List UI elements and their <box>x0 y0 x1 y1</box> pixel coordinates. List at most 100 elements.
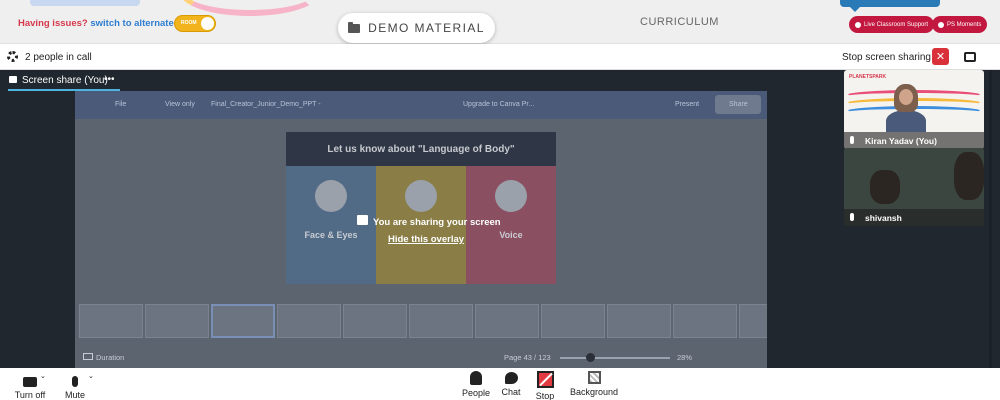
live-support-label: Live Classroom Support <box>864 21 929 28</box>
microphone-icon <box>72 376 78 387</box>
slide-thumbnail <box>475 304 539 338</box>
issue-label: Having issues? <box>18 18 88 29</box>
curriculum-tab[interactable]: CURRICULUM <box>640 16 719 28</box>
hide-overlay-link[interactable]: Hide this overlay <box>388 234 464 245</box>
column-heading: Face & Eyes <box>304 230 358 240</box>
call-controls-bar: Turn off ⌄ Mute ⌄ People Chat Stop Backg… <box>0 368 1000 400</box>
stop-share-icon <box>536 371 554 388</box>
hand-icon <box>405 180 437 212</box>
background-label: Background <box>569 387 619 397</box>
mute-button[interactable]: Mute <box>60 371 90 400</box>
canva-share-label: Share <box>729 101 748 108</box>
slide-thumbnail <box>79 304 143 338</box>
slide-thumbnail <box>607 304 671 338</box>
moments-icon <box>938 21 944 28</box>
top-app-bar: Having issues? switch to alternate room … <box>0 0 1000 44</box>
demo-material-label: DEMO MATERIAL <box>368 21 485 35</box>
participant-avatar <box>894 84 918 112</box>
chat-icon <box>504 372 518 384</box>
stop-label: Stop <box>535 391 555 400</box>
ps-moments-button[interactable]: PS Moments <box>932 16 988 33</box>
stage-tab-bar: Screen share (You) ••• <box>0 70 843 91</box>
demo-material-button[interactable]: DEMO MATERIAL <box>338 13 495 43</box>
layout-toggle-icon[interactable] <box>964 52 976 62</box>
zoom-slider-handle <box>586 353 595 362</box>
page-indicator: Page 43 / 123 <box>504 353 551 362</box>
mic-icon <box>850 213 854 221</box>
slide-title: Let us know about "Language of Body" <box>286 132 556 166</box>
chat-label: Chat <box>501 387 521 397</box>
video-stage: Screen share (You) ••• File View only Fi… <box>0 70 1000 368</box>
canva-menu-file: File <box>115 101 127 108</box>
canva-view-only: View only <box>165 101 195 108</box>
stop-screen-sharing-label: Stop screen sharing <box>842 52 931 63</box>
duration-icon <box>83 353 93 360</box>
people-in-call-count: 2 people in call <box>25 52 92 63</box>
participant-name-tag: Kiran Yadav (You) <box>844 132 984 149</box>
screen-share-icon <box>9 76 17 83</box>
more-options-icon[interactable]: ••• <box>104 74 115 85</box>
people-icon <box>470 371 482 385</box>
canva-toolbar: File View only Final_Creator_Junior_Demo… <box>75 91 767 119</box>
chat-button[interactable]: Chat <box>498 371 524 397</box>
slide-thumbnail <box>343 304 407 338</box>
live-support-button[interactable]: Live Classroom Support <box>849 16 935 33</box>
participant-name: shivansh <box>865 213 902 223</box>
participant-tile-you[interactable]: PLANETSPARK Kiran Yadav (You) <box>844 70 984 149</box>
canva-doc-title: Final_Creator_Junior_Demo_PPT - <box>211 101 321 108</box>
participant-name-tag: shivansh <box>844 209 984 226</box>
chevron-down-icon[interactable]: ⌄ <box>88 372 94 380</box>
voice-icon <box>495 180 527 212</box>
issue-notice: Having issues? switch to alternate room <box>18 18 200 29</box>
scrollbar[interactable] <box>989 70 992 368</box>
canva-footer: Duration Page 43 / 123 28% <box>75 351 767 368</box>
face-icon <box>315 180 347 212</box>
participant-name: Kiran Yadav (You) <box>865 136 937 146</box>
stop-sharing-close-button[interactable]: ✕ <box>932 48 949 65</box>
slide-thumbnail-strip <box>79 304 767 340</box>
mute-label: Mute <box>64 390 85 400</box>
people-button[interactable]: People <box>459 371 493 398</box>
shared-screen-preview: File View only Final_Creator_Junior_Demo… <box>75 91 767 368</box>
sharing-overlay-message: You are sharing your screen <box>373 217 501 228</box>
canva-present: Present <box>675 101 700 108</box>
decorative-arc <box>180 0 320 16</box>
support-icon <box>855 21 861 28</box>
canva-upgrade: Upgrade to Canva Pr... <box>463 101 535 108</box>
slide-column-face: Face & Eyes <box>286 166 376 284</box>
share-screen-icon <box>357 215 368 225</box>
people-label: People <box>461 388 491 398</box>
mic-icon <box>850 136 854 144</box>
chevron-down-icon[interactable]: ⌄ <box>40 372 46 380</box>
background-button[interactable]: Background <box>566 371 622 397</box>
classroom-tab[interactable] <box>840 0 940 12</box>
ps-moments-label: PS Moments <box>947 21 982 28</box>
zoom-level: 28% <box>677 353 693 362</box>
slide-thumbnail <box>145 304 209 338</box>
camera-icon <box>23 377 37 387</box>
toggle-knob <box>201 17 214 30</box>
brand-logo <box>30 0 140 6</box>
gear-icon[interactable] <box>7 51 18 62</box>
brand-watermark: PLANETSPARK <box>849 74 887 80</box>
participant-avatar <box>870 170 900 204</box>
room-toggle-label: ROOM <box>181 20 197 26</box>
column-heading: Voice <box>499 230 523 240</box>
participant-avatar <box>954 152 984 200</box>
slide-thumbnail <box>409 304 473 338</box>
slide-thumbnail-active <box>211 304 275 338</box>
slide-thumbnail <box>277 304 341 338</box>
call-info-bar: 2 people in call Stop screen sharing <box>0 44 1000 70</box>
stop-share-button[interactable]: Stop <box>532 371 558 400</box>
participant-tile-student[interactable]: shivansh <box>844 148 984 226</box>
slide-thumbnail <box>673 304 737 338</box>
folder-icon <box>348 21 361 33</box>
duration-label: Duration <box>96 353 125 362</box>
background-icon <box>587 371 601 384</box>
tab-screen-share[interactable]: Screen share (You) <box>22 75 108 86</box>
camera-label: Turn off <box>14 390 46 400</box>
slide-thumbnail <box>541 304 605 338</box>
slide-thumbnail <box>739 304 767 338</box>
zoom-slider <box>560 357 670 359</box>
room-toggle[interactable]: ROOM <box>174 15 216 32</box>
